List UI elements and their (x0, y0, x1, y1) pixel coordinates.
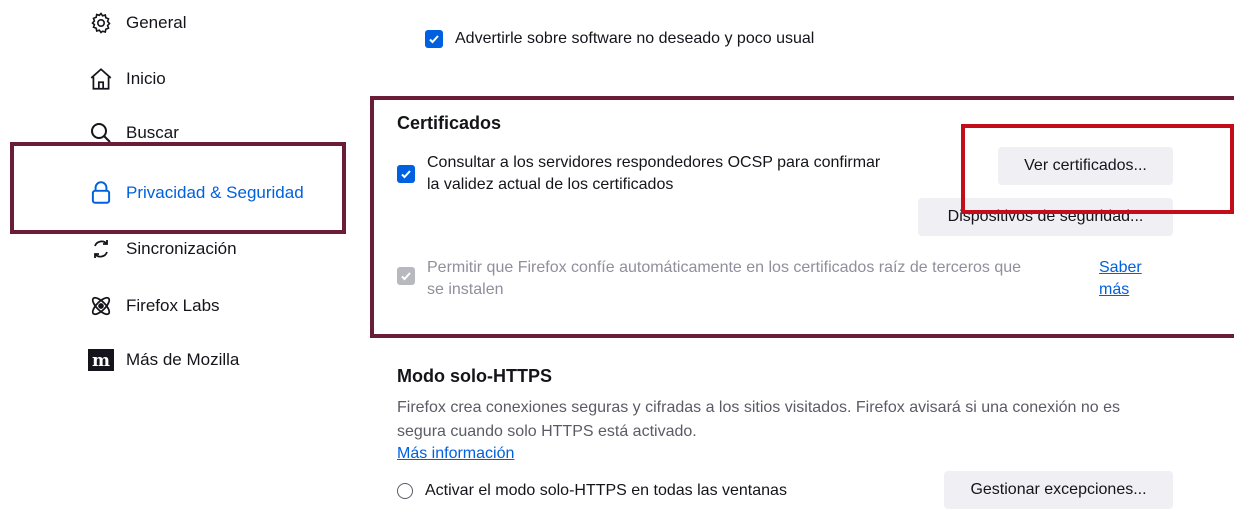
https-all-windows-row[interactable]: Activar el modo solo-HTTPS en todas las … (397, 480, 787, 502)
ocsp-label-line2: la validez actual de los certificados (427, 176, 674, 193)
sidebar-item-label: General (126, 13, 187, 32)
sidebar-item-label: Firefox Labs (126, 296, 220, 315)
sync-icon (88, 236, 114, 262)
third-party-checkbox[interactable] (397, 267, 415, 285)
check-icon (401, 170, 411, 179)
third-party-row[interactable]: Permitir que Firefox confíe automáticame… (397, 257, 1087, 301)
check-icon (401, 272, 411, 281)
sidebar-item-label: Sincronización (126, 239, 237, 258)
labs-icon (88, 293, 114, 319)
sidebar-item-general[interactable]: General (88, 8, 186, 38)
https-only-description: Firefox crea conexiones seguras y cifrad… (397, 396, 1217, 444)
sidebar-item-label: Inicio (126, 69, 166, 88)
sidebar-item-sync[interactable]: Sincronización (88, 234, 237, 264)
sidebar-item-home[interactable]: Inicio (88, 64, 166, 94)
sidebar-item-more-from-mozilla[interactable]: m Más de Mozilla (88, 345, 239, 375)
warn-unwanted-label: Advertirle sobre software no deseado y p… (455, 30, 815, 47)
ocsp-row[interactable]: Consultar a los servidores respondedores… (397, 152, 880, 196)
learn-more-line1: Saber (1099, 259, 1142, 276)
https-all-windows-label: Activar el modo solo-HTTPS en todas las … (425, 482, 787, 499)
certificates-title: Certificados (397, 113, 502, 133)
home-icon (88, 66, 114, 92)
more-info-link[interactable]: Más información (397, 443, 514, 465)
view-certificates-red-box (961, 124, 1234, 214)
preferences-page: General Inicio Buscar Privacidad & Segur… (0, 0, 1234, 524)
sidebar-item-firefox-labs[interactable]: Firefox Labs (88, 291, 220, 321)
third-party-label-line1: Permitir que Firefox confíe automáticame… (427, 259, 1022, 276)
https-only-title: Modo solo-HTTPS (397, 366, 552, 386)
https-only-description-line1: Firefox crea conexiones seguras y cifrad… (397, 399, 1121, 416)
ocsp-label-line1: Consultar a los servidores respondedores… (427, 154, 881, 171)
svg-text:m: m (92, 351, 110, 371)
https-all-windows-radio[interactable] (397, 483, 413, 499)
https-only-description-line2: segura cuando solo HTTPS está activado. (397, 423, 697, 440)
selected-item-highlight (10, 142, 346, 234)
ocsp-label: Consultar a los servidores respondedores… (427, 152, 880, 196)
warn-unwanted-checkbox[interactable] (425, 30, 443, 48)
mozilla-icon: m (88, 347, 114, 373)
learn-more-link[interactable]: Saber más (1099, 257, 1142, 301)
ocsp-checkbox[interactable] (397, 165, 415, 183)
gear-icon (88, 10, 114, 36)
sidebar-item-label: Buscar (126, 123, 179, 142)
warn-unwanted-row[interactable]: Advertirle sobre software no deseado y p… (425, 28, 814, 50)
check-icon (429, 35, 439, 44)
third-party-label-line2: se instalen (427, 281, 504, 298)
sidebar-item-label: Más de Mozilla (126, 350, 240, 369)
third-party-label: Permitir que Firefox confíe automáticame… (427, 257, 1087, 301)
learn-more-line2: más (1099, 281, 1130, 298)
manage-exceptions-button[interactable]: Gestionar excepciones... (944, 471, 1173, 509)
